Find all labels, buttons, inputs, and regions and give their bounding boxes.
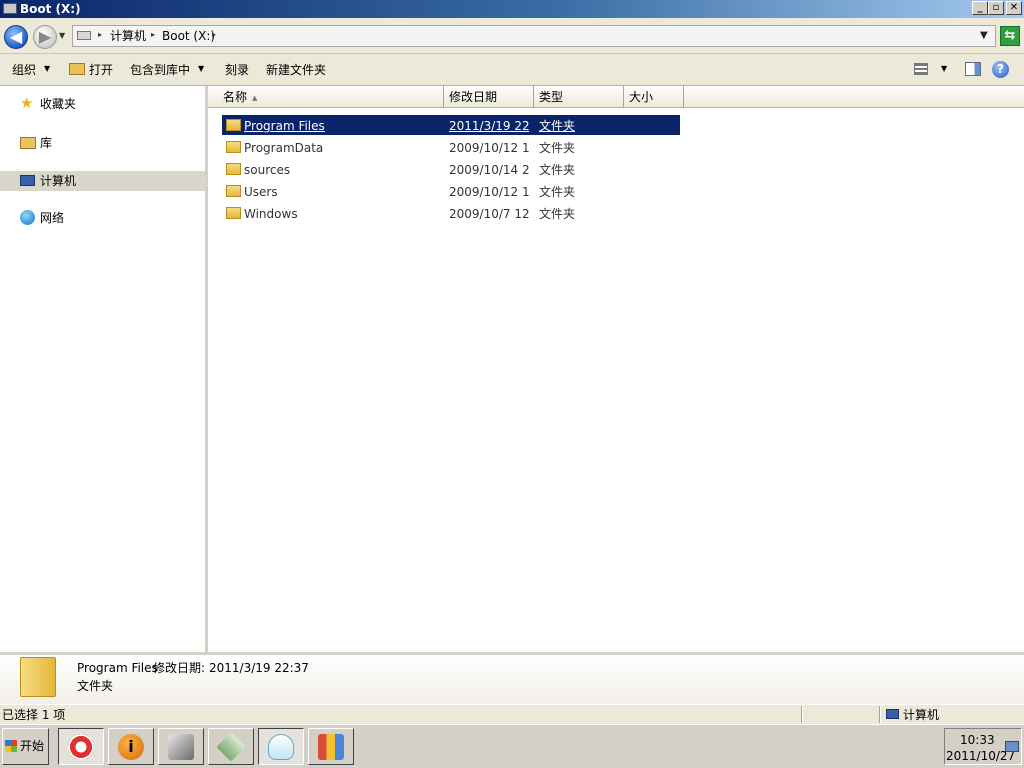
nav-item-favorites[interactable]: 收藏夹 <box>40 96 76 112</box>
sort-ascending-icon: ▲ <box>252 93 258 102</box>
taskbar-item-disk-tool[interactable] <box>158 728 204 765</box>
maximize-button[interactable]: ▫ <box>988 1 1004 15</box>
help-icon[interactable]: ? <box>992 61 1009 78</box>
network-icon <box>20 210 35 225</box>
drive-icon <box>77 31 91 40</box>
chevron-down-icon[interactable]: ▼ <box>198 64 204 73</box>
network-status-icon[interactable] <box>1005 741 1019 752</box>
organize-button[interactable]: 组织 <box>12 62 36 78</box>
taskbar-item-eraser[interactable] <box>208 728 254 765</box>
folder-icon <box>20 657 56 697</box>
back-button[interactable]: ◀ <box>4 25 28 49</box>
burn-button[interactable]: 刻录 <box>225 62 249 78</box>
computer-icon <box>20 175 35 186</box>
recent-pages-dropdown[interactable]: ▼ <box>59 31 65 40</box>
include-in-library-button[interactable]: 包含到库中 <box>130 62 190 78</box>
file-type: 文件夹 <box>539 207 576 221</box>
preview-pane-icon[interactable] <box>965 62 981 76</box>
open-folder-icon[interactable] <box>69 63 85 75</box>
file-name[interactable]: ProgramData <box>244 140 434 156</box>
breadcrumb-computer[interactable]: 计算机 <box>110 28 146 44</box>
chevron-down-icon[interactable]: ▼ <box>941 64 947 73</box>
hard-disk-icon <box>168 734 194 760</box>
folder-icon <box>226 163 241 175</box>
drive-icon <box>3 3 17 14</box>
file-modified: 2009/10/12 1... <box>449 185 529 199</box>
open-button[interactable]: 打开 <box>89 62 113 78</box>
file-type: 文件夹 <box>539 163 576 177</box>
details-name: Program Files <box>77 661 158 675</box>
status-divider <box>879 706 881 723</box>
file-name[interactable]: Windows <box>244 206 434 222</box>
details-type: 文件夹 <box>77 679 114 693</box>
forward-button[interactable]: ▶ <box>33 25 57 49</box>
title-bar[interactable] <box>0 0 1024 18</box>
clock-time[interactable]: 10:33 <box>960 732 995 748</box>
file-name[interactable]: Program Files <box>244 118 434 134</box>
file-name[interactable]: Users <box>244 184 434 200</box>
info-icon: i <box>118 734 144 760</box>
library-icon <box>20 137 36 149</box>
file-type: 文件夹 <box>539 141 576 155</box>
file-modified: 2009/10/12 1... <box>449 141 529 155</box>
file-modified: 2009/10/7 12... <box>449 207 529 221</box>
status-bar <box>0 704 1024 724</box>
favorites-star-icon: ★ <box>20 94 34 112</box>
details-modified-label: 修改日期: <box>153 661 206 675</box>
folder-icon <box>226 185 241 197</box>
folder-icon <box>226 119 241 131</box>
file-modified: 2011/3/19 22... <box>449 119 529 133</box>
tools-icon <box>318 734 344 760</box>
nav-item-network[interactable]: 网络 <box>40 210 64 226</box>
lifebuoy-icon <box>68 734 94 760</box>
chevron-right-icon[interactable]: ▸ <box>212 30 216 39</box>
column-header-size[interactable]: 大小 <box>624 86 684 108</box>
chevron-right-icon[interactable]: ▸ <box>98 30 102 39</box>
close-button[interactable]: ✕ <box>1006 1 1022 15</box>
computer-icon <box>886 709 899 719</box>
windows-logo-icon <box>5 740 17 752</box>
chevron-down-icon[interactable]: ▼ <box>44 64 50 73</box>
nav-item-libraries[interactable]: 库 <box>40 135 52 151</box>
taskbar-item-ghost[interactable] <box>258 728 304 765</box>
taskbar-item-tools[interactable] <box>308 728 354 765</box>
ghost-icon <box>268 734 294 760</box>
file-type: 文件夹 <box>539 185 576 199</box>
start-label: 开始 <box>20 739 45 753</box>
column-header-name[interactable]: 名称 ▲ <box>218 86 444 108</box>
folder-icon <box>226 141 241 153</box>
status-location: 计算机 <box>903 708 940 722</box>
minimize-button[interactable]: _ <box>972 1 988 15</box>
taskbar-item-rescue[interactable] <box>58 728 104 765</box>
status-selection-count: 已选择 1 项 <box>2 708 66 722</box>
breadcrumb-boot-drive[interactable]: Boot (X:) <box>162 28 215 44</box>
file-type: 文件夹 <box>539 119 576 133</box>
change-view-icon[interactable] <box>914 63 928 75</box>
column-header-modified[interactable]: 修改日期 <box>444 86 534 108</box>
folder-icon <box>226 207 241 219</box>
column-header-type[interactable]: 类型 <box>534 86 624 108</box>
address-dropdown[interactable]: ▼ <box>980 30 988 41</box>
window-title: Boot (X:) <box>20 2 81 16</box>
column-header-name-label: 名称 <box>223 90 248 104</box>
status-divider <box>801 706 803 723</box>
taskbar-item-info[interactable]: i <box>108 728 154 765</box>
refresh-button[interactable]: ⇆ <box>1000 26 1020 46</box>
new-folder-button[interactable]: 新建文件夹 <box>266 62 326 78</box>
nav-item-computer[interactable]: 计算机 <box>40 173 76 189</box>
file-modified: 2009/10/14 2... <box>449 163 529 177</box>
chevron-right-icon[interactable]: ▸ <box>151 30 155 39</box>
details-modified-value: 2011/3/19 22:37 <box>209 661 309 675</box>
file-name[interactable]: sources <box>244 162 434 178</box>
eraser-icon <box>216 732 246 762</box>
